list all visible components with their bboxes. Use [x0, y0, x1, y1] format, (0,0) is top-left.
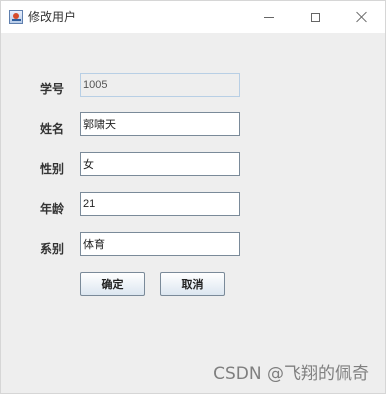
- confirm-button[interactable]: 确定: [80, 272, 145, 296]
- gender-input[interactable]: 女: [80, 152, 240, 176]
- csdn-watermark: CSDN @飞翔的佩奇: [213, 364, 369, 384]
- name-label: 姓名: [40, 122, 65, 136]
- minimize-icon: [264, 16, 274, 18]
- minimize-button[interactable]: [246, 1, 292, 33]
- gender-value: 女: [83, 159, 94, 171]
- edit-user-window: 修改用户 学号 1005 姓名 郭啸天 性别 女 年龄 21 系别 体育 确定 …: [0, 0, 386, 394]
- cancel-button[interactable]: 取消: [160, 272, 225, 296]
- age-value: 21: [83, 198, 96, 210]
- maximize-button[interactable]: [292, 1, 338, 33]
- student-id-label: 学号: [40, 82, 65, 96]
- department-input[interactable]: 体育: [80, 232, 240, 256]
- student-id-field: 1005: [80, 73, 240, 97]
- window-title: 修改用户: [28, 10, 77, 24]
- gender-label: 性别: [40, 162, 65, 176]
- name-value: 郭啸天: [83, 119, 116, 131]
- age-input[interactable]: 21: [80, 192, 240, 216]
- age-label: 年龄: [40, 202, 65, 216]
- name-input[interactable]: 郭啸天: [80, 112, 240, 136]
- maximize-icon: [310, 12, 320, 22]
- department-value: 体育: [83, 239, 105, 251]
- title-bar[interactable]: 修改用户: [1, 1, 385, 33]
- student-id-value: 1005: [83, 79, 108, 91]
- department-label: 系别: [40, 242, 65, 256]
- close-button[interactable]: [339, 1, 385, 33]
- close-icon: [356, 11, 368, 23]
- java-cup-icon: [9, 10, 23, 24]
